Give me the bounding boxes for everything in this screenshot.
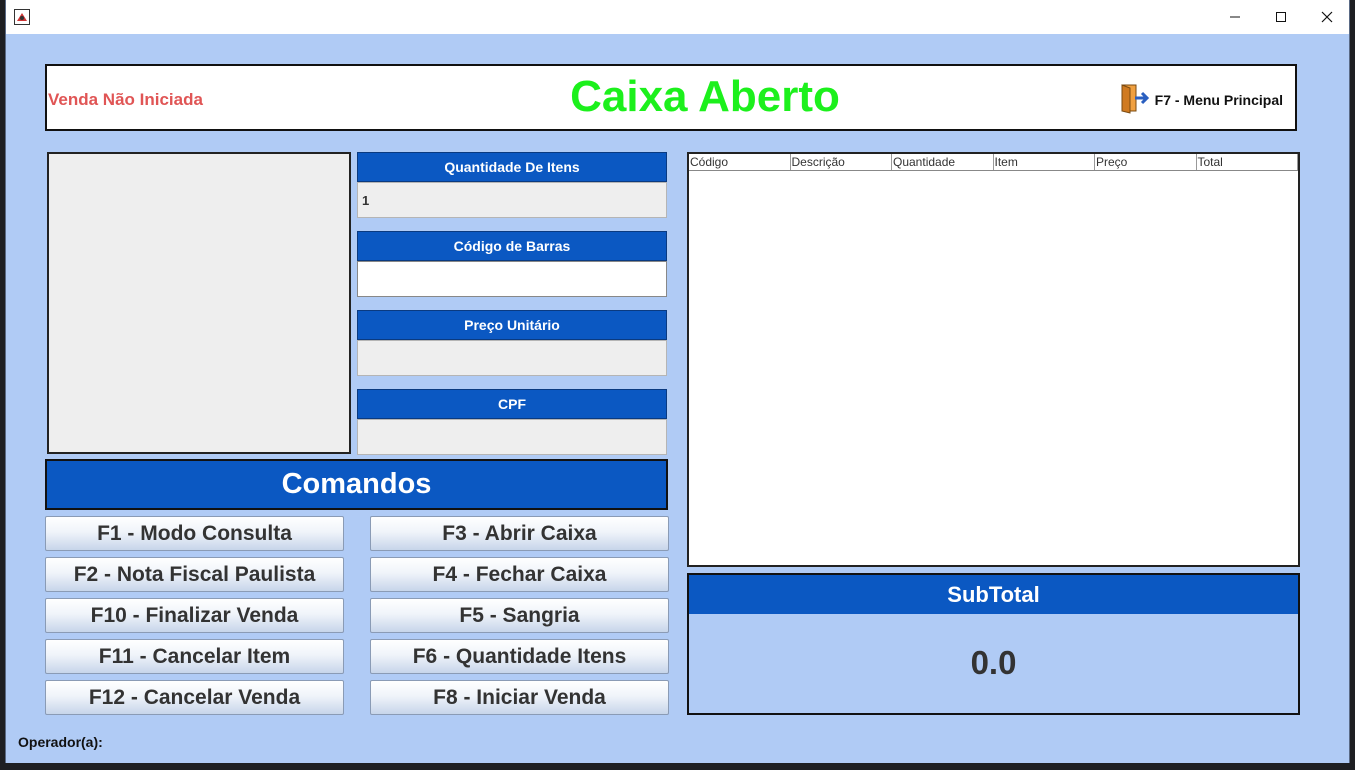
unit-price-group: Preço Unitário [357,310,667,376]
cpf-label: CPF [357,389,667,419]
unit-price-field[interactable] [357,340,667,376]
barcode-label: Código de Barras [357,231,667,261]
f12-cancel-sale-button[interactable]: F12 - Cancelar Venda [45,680,344,715]
subtotal-panel: SubTotal 0.0 [687,573,1300,715]
product-image-panel [47,152,351,454]
f10-finish-sale-button[interactable]: F10 - Finalizar Venda [45,598,344,633]
column-header-preco[interactable]: Preço [1095,154,1197,170]
f2-nota-fiscal-button[interactable]: F2 - Nota Fiscal Paulista [45,557,344,592]
title-bar [6,0,1349,34]
f1-consult-mode-button[interactable]: F1 - Modo Consulta [45,516,344,551]
minimize-button[interactable] [1212,0,1258,34]
column-header-total[interactable]: Total [1197,154,1298,170]
f8-start-sale-button[interactable]: F8 - Iniciar Venda [370,680,669,715]
f11-cancel-item-button[interactable]: F11 - Cancelar Item [45,639,344,674]
app-window: Venda Não Iniciada Caixa Aberto F7 - Men… [5,0,1350,763]
f6-item-quantity-button[interactable]: F6 - Quantidade Itens [370,639,669,674]
quantity-label: Quantidade De Itens [357,152,667,182]
items-table[interactable]: Código Descrição Quantidade Item Preço T… [687,152,1300,567]
f5-withdrawal-button[interactable]: F5 - Sangria [370,598,669,633]
quantity-field[interactable]: 1 [357,182,667,218]
subtotal-value: 0.0 [970,644,1017,681]
table-header-row: Código Descrição Quantidade Item Preço T… [689,154,1298,171]
cpf-field[interactable] [357,419,667,455]
main-menu-link[interactable]: F7 - Menu Principal [1119,82,1283,117]
column-header-quantidade[interactable]: Quantidade [892,154,994,170]
subtotal-label: SubTotal [689,575,1298,614]
quantity-group: Quantidade De Itens 1 [357,152,667,218]
f4-close-register-button[interactable]: F4 - Fechar Caixa [370,557,669,592]
header-bar: Venda Não Iniciada Caixa Aberto F7 - Men… [45,64,1297,131]
barcode-field[interactable] [357,261,667,297]
column-header-codigo[interactable]: Código [689,154,791,170]
unit-price-label: Preço Unitário [357,310,667,340]
column-header-item[interactable]: Item [994,154,1095,170]
java-app-icon [14,9,30,25]
operator-label: Operador(a): [18,734,103,750]
commands-header: Comandos [45,459,668,510]
column-header-descricao[interactable]: Descrição [791,154,892,170]
main-menu-label: F7 - Menu Principal [1154,91,1283,108]
cpf-group: CPF [357,389,667,455]
maximize-button[interactable] [1258,0,1304,34]
exit-door-icon [1119,82,1151,117]
barcode-group: Código de Barras [357,231,667,297]
close-button[interactable] [1304,0,1350,34]
f3-open-register-button[interactable]: F3 - Abrir Caixa [370,516,669,551]
